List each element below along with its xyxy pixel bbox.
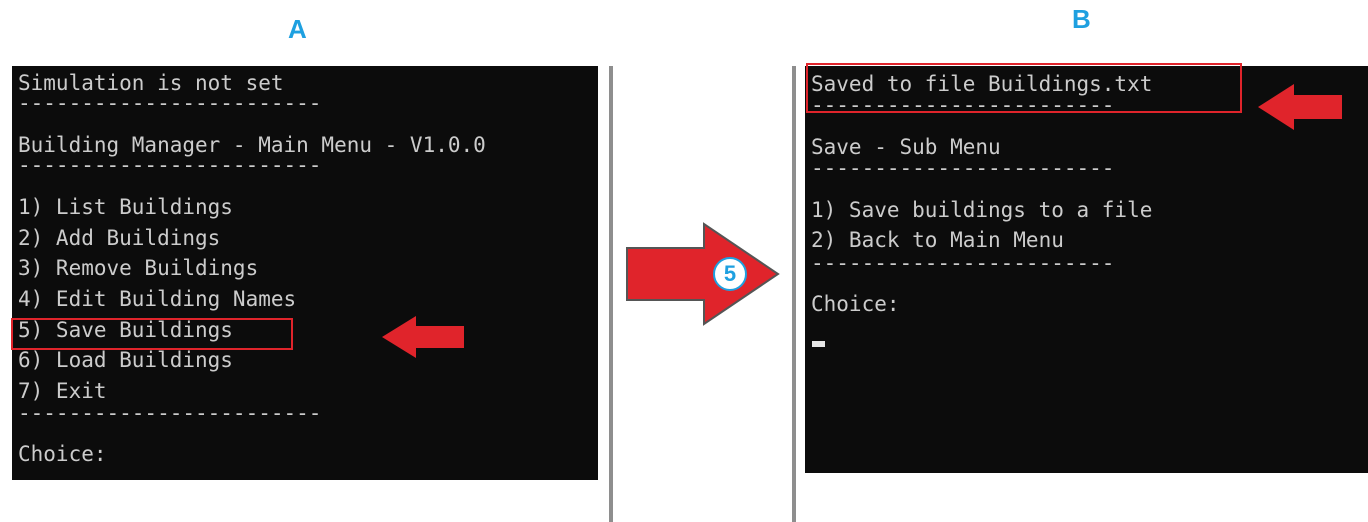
console-separator: ------------------------ <box>811 156 1115 180</box>
menu-item-list-buildings: 1) List Buildings <box>18 195 233 219</box>
console-separator: ------------------------ <box>811 251 1115 275</box>
panel-label-b: B <box>1072 4 1091 34</box>
divider-left <box>609 66 613 522</box>
submenu-item-save-to-file: 1) Save buildings to a file <box>811 198 1153 222</box>
step-number: 5 <box>723 261 737 286</box>
red-pointer-arrow-icon <box>1258 84 1342 130</box>
console-separator: ------------------------ <box>18 401 322 425</box>
choice-prompt: Choice: <box>18 442 107 466</box>
step-arrow-icon <box>626 222 780 326</box>
save-buildings-highlight <box>11 318 293 350</box>
menu-item-add-buildings: 2) Add Buildings <box>18 226 221 250</box>
saved-message-highlight <box>806 63 1242 113</box>
console-window-a: Simulation is not set ------------------… <box>12 66 598 480</box>
console-separator: ------------------------ <box>18 153 322 177</box>
panel-label-a: A <box>288 14 307 44</box>
red-pointer-arrow-icon <box>382 316 464 358</box>
text-cursor <box>812 341 825 347</box>
choice-prompt: Choice: <box>811 292 900 316</box>
divider-right <box>792 66 796 522</box>
menu-item-remove-buildings: 3) Remove Buildings <box>18 256 259 280</box>
menu-item-edit-building-names: 4) Edit Building Names <box>18 287 297 311</box>
console-separator: ------------------------ <box>18 91 322 115</box>
